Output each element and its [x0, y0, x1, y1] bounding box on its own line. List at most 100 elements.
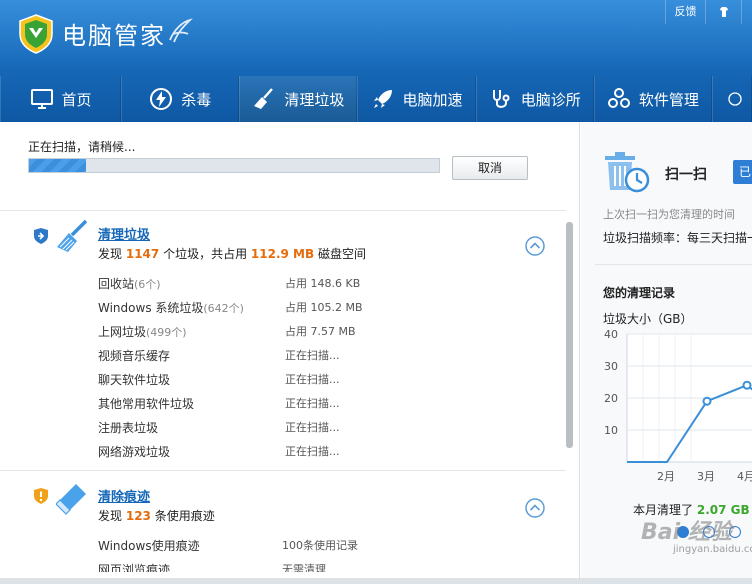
eraser-icon [56, 484, 86, 515]
y-tick-label: 30 [604, 360, 618, 373]
broom-icon [57, 220, 88, 252]
list-item[interactable]: 网页浏览痕迹 无需清理 [98, 558, 538, 572]
nav-label: 杀毒 [181, 90, 212, 109]
trash-clock-icon [605, 152, 650, 193]
item-count: (6个) [134, 278, 161, 291]
nav-label: 清理垃圾 [284, 90, 345, 109]
list-item[interactable]: 视频音乐缓存 正在扫描... [98, 344, 538, 368]
collapse-icon[interactable] [525, 236, 545, 256]
scan-progress-bar [28, 158, 440, 173]
scan-progress-fill [29, 159, 87, 172]
status-bar [0, 578, 752, 584]
list-item[interactable]: 上网垃圾(499个) 占用 7.57 MB [98, 320, 538, 344]
more-button[interactable] [741, 0, 752, 24]
data-point[interactable] [702, 396, 712, 406]
shirt-icon [719, 7, 728, 17]
nav-clean-junk[interactable]: 清理垃圾 [239, 76, 358, 122]
list-item[interactable]: 其他常用软件垃圾 正在扫描... [98, 392, 538, 416]
list-item[interactable]: 聊天软件垃圾 正在扫描... [98, 368, 538, 392]
clear-traces-title[interactable]: 清除痕迹 [98, 486, 150, 505]
swoosh-icon [169, 18, 193, 43]
list-item[interactable]: 注册表垃圾 正在扫描... [98, 416, 538, 440]
watermark-url: jingyan.baidu.com [673, 544, 752, 555]
list-item[interactable]: 网络游戏垃圾 正在扫描... [98, 440, 538, 464]
item-value: 正在扫描... [285, 445, 340, 458]
list-item[interactable]: 回收站(6个) 占用 148.6 KB [98, 272, 538, 296]
toolbox-icon [728, 92, 742, 106]
clean-junk-panel: 正在扫描，请稍候... 取消 清理垃圾 发现 1147 个垃圾，共占用 112.… [0, 122, 580, 584]
nav-antivirus[interactable]: 杀毒 [121, 76, 240, 122]
divider [0, 210, 566, 211]
list-item[interactable]: Windows 系统垃圾(642个) 占用 105.2 MB [98, 296, 538, 320]
data-point[interactable] [742, 380, 752, 390]
nav-home[interactable]: 首页 [0, 76, 122, 122]
x-tick-label: 2月 [657, 470, 675, 483]
item-value: 正在扫描... [285, 421, 340, 434]
skin-button[interactable] [705, 0, 741, 24]
item-value: 占用 105.2 MB [285, 301, 363, 314]
nav-label: 电脑加速 [402, 90, 463, 109]
item-value: 正在扫描... [285, 373, 340, 386]
window-controls: 反馈 [665, 0, 752, 24]
summary-mid: 个垃圾，共占用 [163, 247, 248, 261]
software-manager-icon [607, 88, 630, 108]
y-tick-label: 40 [604, 328, 618, 341]
feedback-button[interactable]: 反馈 [665, 0, 705, 24]
summary-prefix: 发现 [98, 509, 123, 523]
nav-label: 软件管理 [638, 90, 699, 109]
scrollbar[interactable] [566, 222, 573, 448]
tencent-pcmgr-logo-icon [19, 14, 53, 54]
item-name: 注册表垃圾 [98, 421, 159, 435]
nav-software[interactable]: 软件管理 [593, 76, 712, 122]
sweep-panel: 扫一扫 已 上次扫一扫为您清理的时间 垃圾扫描频率：每三天扫描一 您的清理记录 … [581, 122, 752, 584]
title-bar: 电脑管家 反馈 首页 杀毒 清理垃圾 电脑加速 电脑诊所 软件管理 [0, 0, 752, 122]
item-name: 视频音乐缓存 [98, 349, 171, 363]
trace-count: 123 [125, 509, 151, 523]
app-title: 电脑管家 [62, 22, 166, 50]
nav-label: 电脑诊所 [520, 90, 581, 109]
cancel-button[interactable]: 取消 [452, 156, 528, 180]
watermark-logo: Bai 经验 [641, 520, 732, 545]
rocket-icon [373, 90, 392, 108]
item-name: 回收站 [98, 277, 135, 291]
records-title: 您的清理记录 [603, 286, 676, 300]
item-name: Windows使用痕迹 [98, 539, 200, 553]
clean-junk-summary: 发现 1147 个垃圾，共占用 112.9 MB 磁盘空间 [98, 245, 366, 262]
scan-frequency: 垃圾扫描频率：每三天扫描一 [603, 231, 752, 245]
monitor-icon [30, 89, 53, 109]
clear-traces-rows: Windows使用痕迹 100条使用记录 网页浏览痕迹 无需清理 [98, 534, 538, 572]
collapse-icon[interactable] [525, 498, 545, 518]
item-value: 100条使用记录 [282, 539, 358, 552]
item-name: 聊天软件垃圾 [98, 373, 171, 387]
nav-speedup[interactable]: 电脑加速 [357, 76, 476, 122]
sweep-button[interactable]: 已 [733, 160, 752, 184]
item-value: 正在扫描... [285, 349, 340, 362]
x-tick-label: 3月 [697, 470, 715, 483]
clean-record-chart: 10 20 30 40 2月 3月 4月 [604, 328, 752, 483]
y-tick-label: 20 [604, 392, 618, 405]
item-value: 占用 7.57 MB [285, 325, 356, 338]
divider [595, 264, 752, 265]
sweep-title: 扫一扫 [665, 167, 707, 183]
item-value: 无需清理 [282, 563, 326, 572]
clean-junk-rows: 回收站(6个) 占用 148.6 KB Windows 系统垃圾(642个) 占用 … [98, 272, 538, 464]
x-tick-label: 4月 [737, 470, 752, 483]
lightning-shield-icon [150, 88, 173, 110]
main-nav: 首页 杀毒 清理垃圾 电脑加速 电脑诊所 软件管理 [0, 76, 752, 122]
shield-arrow-icon [34, 228, 48, 244]
clean-junk-title[interactable]: 清理垃圾 [98, 224, 150, 243]
list-item[interactable]: Windows使用痕迹 100条使用记录 [98, 534, 538, 558]
item-name: 上网垃圾 [98, 325, 147, 339]
nav-label: 首页 [61, 90, 92, 109]
item-name: Windows 系统垃圾 [98, 301, 204, 315]
junk-size: 112.9 MB [250, 247, 315, 261]
item-count: (499个) [146, 326, 187, 339]
item-name: 网络游戏垃圾 [98, 445, 171, 459]
summary-prefix: 发现 [98, 247, 123, 261]
nav-more-partial[interactable] [711, 76, 752, 122]
item-count: (642个) [203, 302, 244, 315]
last-sweep-time: 上次扫一扫为您清理的时间 [603, 208, 735, 221]
item-value: 占用 148.6 KB [285, 277, 361, 290]
warning-shield-icon [34, 488, 48, 504]
nav-clinic[interactable]: 电脑诊所 [475, 76, 594, 122]
